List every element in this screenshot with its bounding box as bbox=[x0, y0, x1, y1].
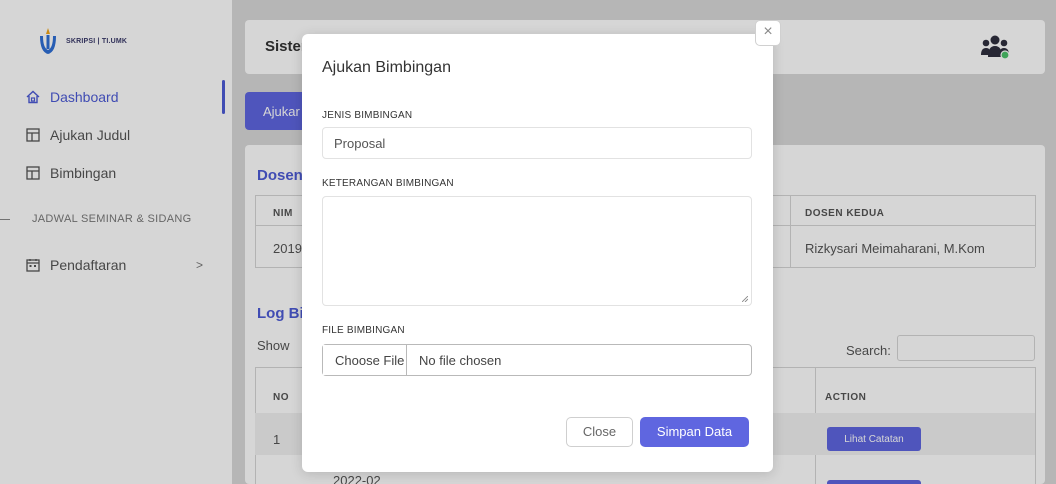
file-bimbingan-label: FILE BIMBINGAN bbox=[322, 325, 405, 336]
ajukan-bimbingan-modal: Ajukan Bimbingan × JENIS BIMBINGAN Propo… bbox=[302, 20, 781, 472]
jenis-bimbingan-field[interactable]: Proposal bbox=[322, 127, 752, 159]
keterangan-bimbingan-label: KETERANGAN BIMBINGAN bbox=[322, 178, 454, 189]
close-icon[interactable]: × bbox=[755, 20, 781, 46]
modal-title: Ajukan Bimbingan bbox=[322, 59, 451, 76]
file-status-text: No file chosen bbox=[419, 353, 502, 368]
file-bimbingan-input[interactable]: Choose File No file chosen bbox=[322, 344, 752, 376]
simpan-data-button[interactable]: Simpan Data bbox=[640, 417, 749, 447]
jenis-bimbingan-label: JENIS BIMBINGAN bbox=[322, 110, 413, 121]
resize-grip-icon[interactable] bbox=[742, 296, 748, 302]
keterangan-bimbingan-textarea[interactable] bbox=[322, 196, 752, 306]
jenis-bimbingan-value: Proposal bbox=[334, 136, 386, 151]
close-button[interactable]: Close bbox=[566, 417, 633, 447]
choose-file-button[interactable]: Choose File bbox=[323, 345, 407, 375]
keterangan-bimbingan-value bbox=[323, 197, 751, 205]
